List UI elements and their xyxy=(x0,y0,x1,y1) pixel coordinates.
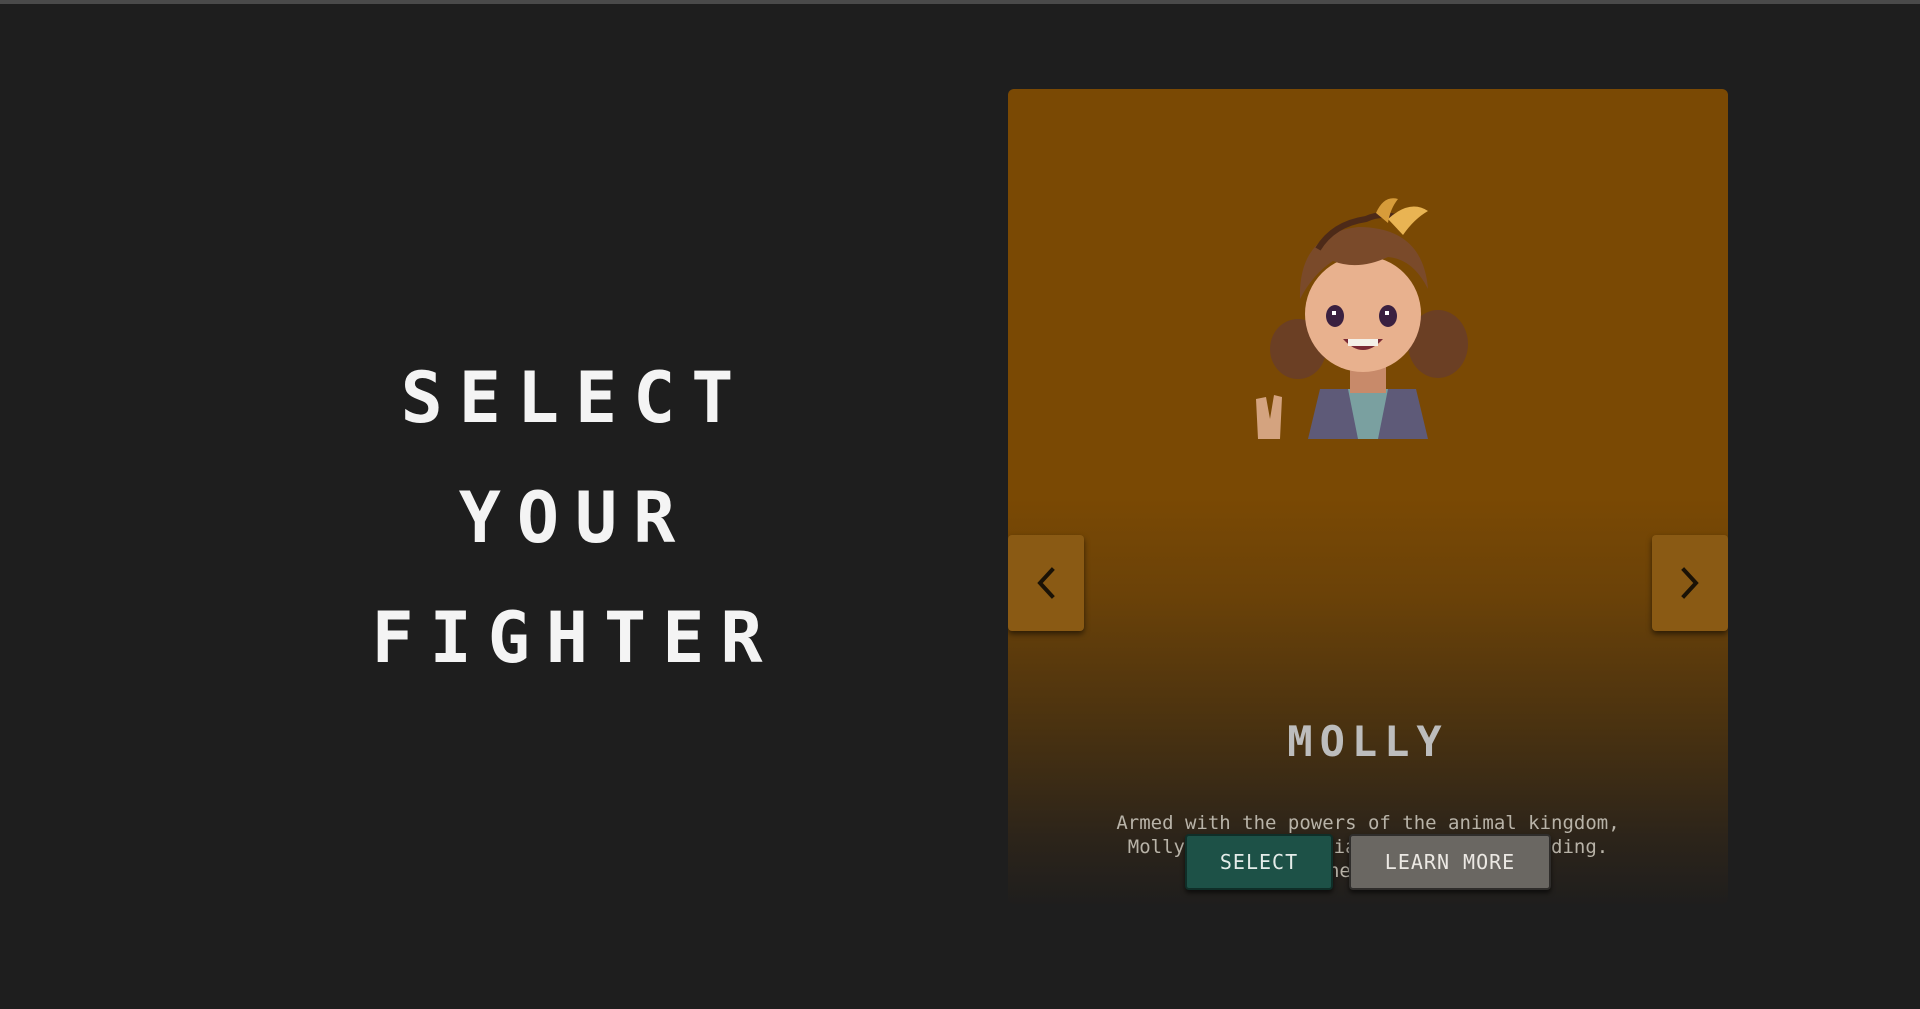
prev-fighter-button[interactable] xyxy=(1008,535,1084,631)
select-button[interactable]: SELECT xyxy=(1185,834,1333,890)
chevron-right-icon xyxy=(1681,567,1699,599)
page-title: SELECT YOUR FIGHTER xyxy=(300,338,850,698)
chevron-left-icon xyxy=(1037,567,1055,599)
title-line-2: YOUR xyxy=(458,477,692,559)
learn-more-button[interactable]: LEARN MORE xyxy=(1349,834,1551,890)
character-portrait xyxy=(1256,198,1468,439)
next-fighter-button[interactable] xyxy=(1652,535,1728,631)
window-top-border xyxy=(0,0,1920,4)
fighter-card: MOLLY Armed with the powers of the anima… xyxy=(1008,89,1728,904)
title-line-3: FIGHTER xyxy=(371,597,779,679)
title-line-1: SELECT xyxy=(400,357,750,439)
fighter-name: MOLLY xyxy=(1287,717,1449,766)
